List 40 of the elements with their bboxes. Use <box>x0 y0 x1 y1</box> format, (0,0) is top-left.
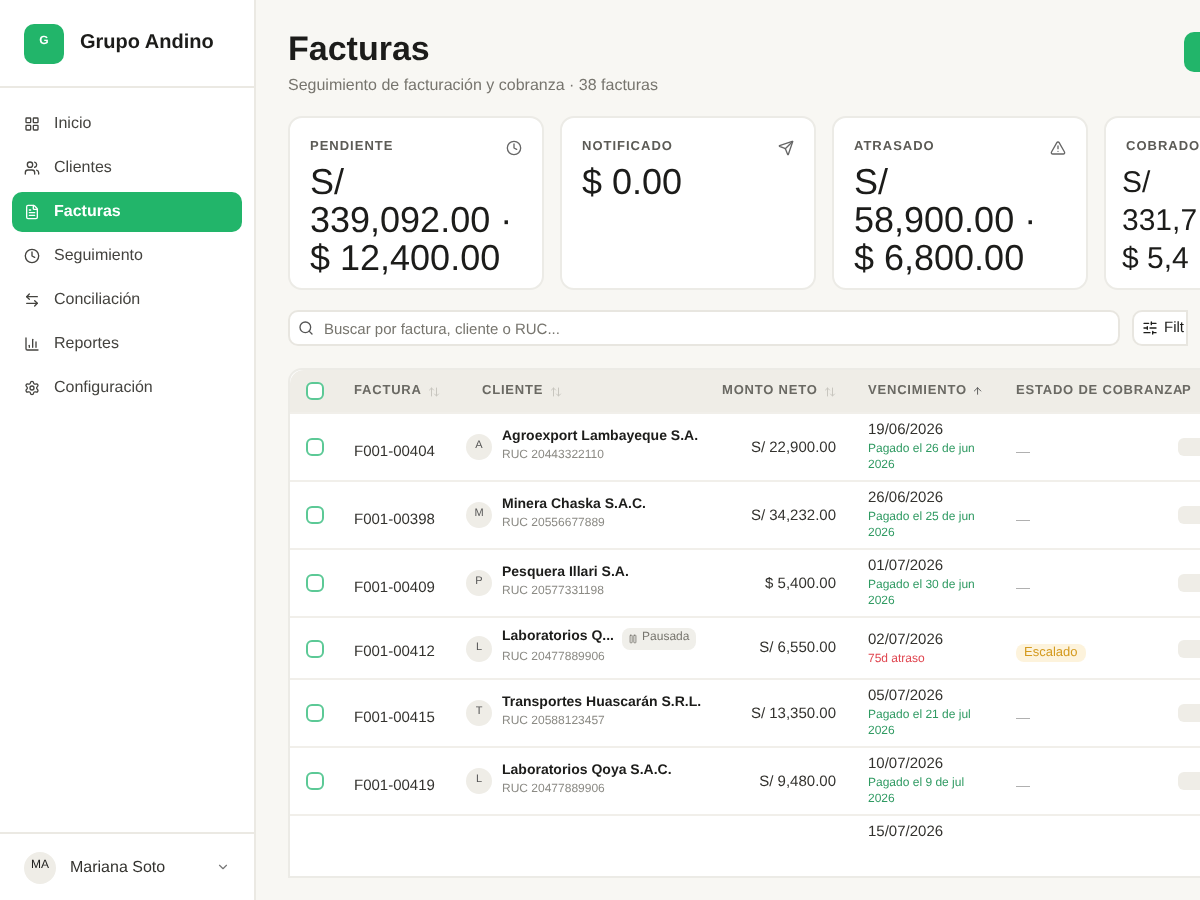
checkbox[interactable] <box>305 704 323 722</box>
card-value: S/ 331,7 $ 5,4 <box>1122 163 1198 278</box>
nav-item[interactable]: Inicio <box>12 104 242 144</box>
checkbox[interactable] <box>305 772 323 790</box>
user-name: Mariana Soto <box>70 855 166 879</box>
sort-icon[interactable] <box>823 385 836 397</box>
grid-icon <box>24 116 40 132</box>
card-value: S/ 58,900.00 · $ 6,800.00 <box>854 163 1039 278</box>
page-title: Facturas <box>288 28 432 72</box>
sort-ascending-icon[interactable] <box>972 384 984 398</box>
pause-icon <box>628 634 639 644</box>
arrows-icon <box>24 292 40 308</box>
card-value: S/ 339,092.00 · $ 12,400.00 <box>310 163 515 278</box>
checkbox[interactable] <box>305 506 323 524</box>
nav-item[interactable]: Clientes <box>12 148 242 188</box>
nav-item[interactable]: Configuración <box>12 368 242 408</box>
settings-icon <box>24 380 40 396</box>
brand-name: Grupo Andino <box>80 30 214 58</box>
sort-icon[interactable] <box>549 385 562 397</box>
bar-chart-icon <box>24 336 40 352</box>
checkbox[interactable] <box>305 574 323 592</box>
card-value: $ 0.00 <box>582 163 685 202</box>
checkbox[interactable] <box>305 639 323 657</box>
checkbox[interactable] <box>305 382 323 400</box>
nav-item[interactable]: Reportes <box>12 324 242 364</box>
sliders-icon <box>1142 320 1158 336</box>
users-icon <box>24 160 40 176</box>
sort-icon[interactable] <box>427 385 440 397</box>
warning-icon <box>1050 139 1066 156</box>
search-icon <box>298 320 314 336</box>
document-icon <box>24 204 40 220</box>
nav-item[interactable]: Conciliación <box>12 280 242 320</box>
action-button[interactable] <box>1184 32 1200 72</box>
clock-icon <box>24 248 40 264</box>
checkbox[interactable] <box>305 438 323 456</box>
chevron-down-icon[interactable] <box>216 860 230 874</box>
clock-icon <box>506 139 522 156</box>
nav-item[interactable]: Seguimiento <box>12 236 242 276</box>
page-subtitle: Seguimiento de facturación y cobranza · 38 facturas <box>288 74 658 98</box>
send-icon <box>778 139 794 156</box>
